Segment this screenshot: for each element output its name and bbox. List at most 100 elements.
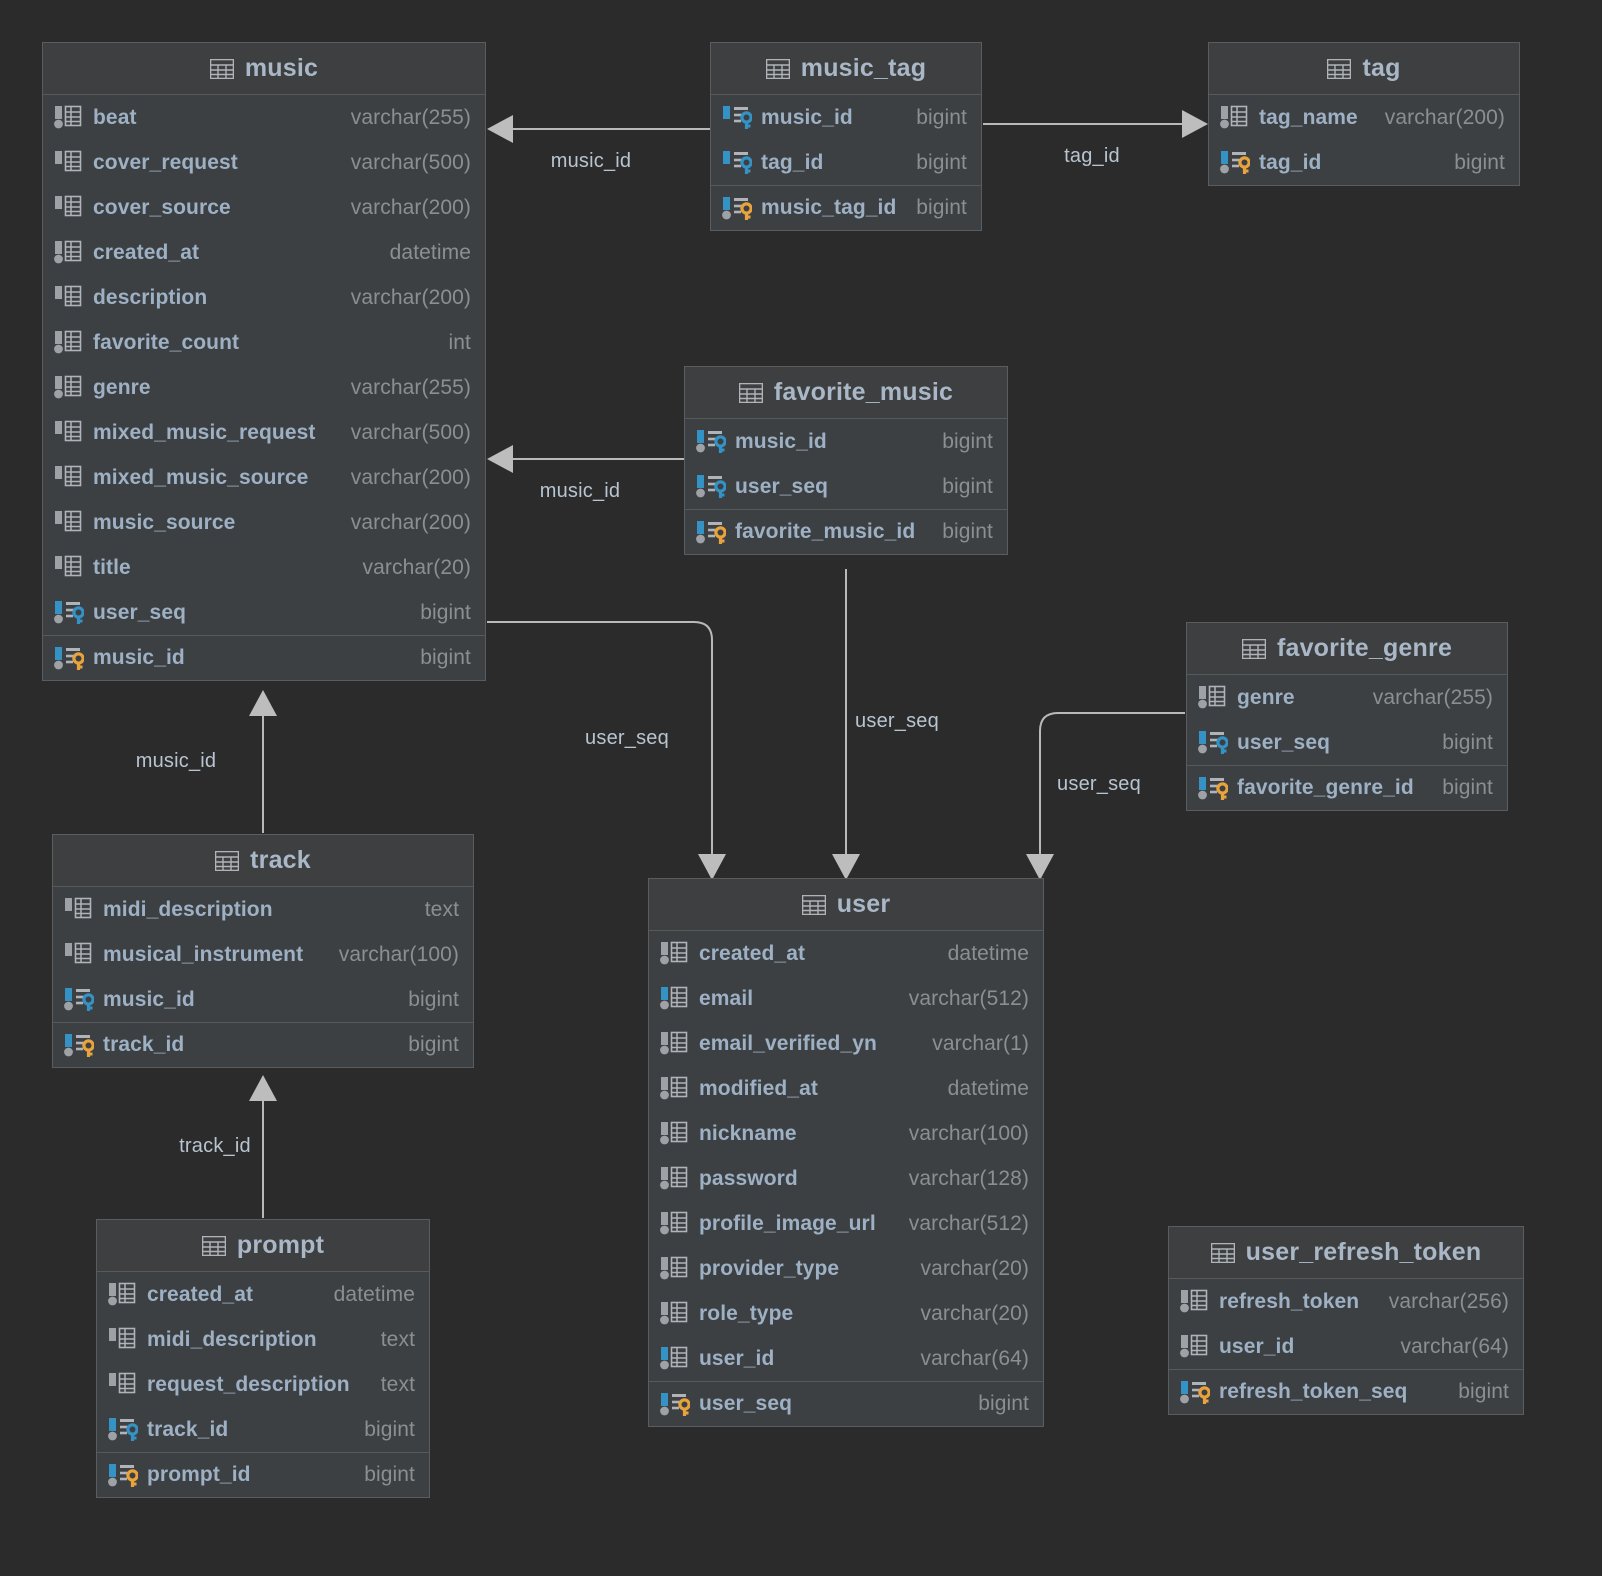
- column-name: created_at: [93, 240, 200, 264]
- column-row[interactable]: music_id bigint: [711, 95, 981, 140]
- table-icon: [738, 382, 763, 403]
- column-row[interactable]: tag_id bigint: [711, 140, 981, 185]
- edge-head-track-music: [249, 690, 277, 716]
- column-row[interactable]: prompt_id bigint: [97, 1452, 429, 1497]
- column-row[interactable]: favorite_genre_id bigint: [1187, 765, 1507, 810]
- column-row[interactable]: track_id bigint: [53, 1022, 473, 1067]
- edge-head-music_tag-music: [487, 115, 513, 143]
- column-row[interactable]: description varchar(200): [43, 275, 485, 320]
- column-icon: [55, 555, 82, 577]
- column-name: favorite_music_id: [735, 520, 916, 543]
- column-name: modified_at: [699, 1076, 818, 1100]
- column-type: varchar(100): [908, 1121, 1029, 1145]
- column-row[interactable]: role_type varchar(20): [649, 1291, 1043, 1336]
- table-header-favorite_genre[interactable]: favorite_genre: [1187, 623, 1507, 675]
- column-row[interactable]: beat varchar(255): [43, 95, 485, 140]
- relationship-label-favorite_genre-user: user_seq: [1057, 773, 1141, 795]
- primary-key-icon: [1198, 776, 1228, 800]
- column-icon: [55, 420, 82, 442]
- column-row[interactable]: midi_description text: [53, 887, 473, 932]
- table-track[interactable]: track midi_description text musical_instr…: [52, 834, 474, 1068]
- column-type: datetime: [947, 941, 1029, 965]
- table-tag[interactable]: tag tag_name varchar(200) tag_id bigint: [1208, 42, 1520, 186]
- column-icon: [55, 195, 82, 217]
- column-row[interactable]: cover_source varchar(200): [43, 185, 485, 230]
- column-row[interactable]: user_seq bigint: [649, 1381, 1043, 1426]
- table-user[interactable]: user created_at datetime email varchar(512…: [648, 878, 1044, 1427]
- column-row[interactable]: user_seq bigint: [1187, 720, 1507, 765]
- column-index-icon: [1220, 105, 1248, 129]
- table-favorite_genre[interactable]: favorite_genre genre varchar(255) user_se…: [1186, 622, 1508, 811]
- column-row[interactable]: modified_at datetime: [649, 1066, 1043, 1111]
- column-index-icon: [660, 1211, 688, 1235]
- column-row[interactable]: user_seq bigint: [685, 464, 1007, 509]
- column-row[interactable]: mixed_music_source varchar(200): [43, 455, 485, 500]
- primary-key-icon: [1220, 151, 1250, 174]
- table-music[interactable]: music beat varchar(255) cover_request varc…: [42, 42, 486, 681]
- column-row[interactable]: request_description text: [97, 1362, 429, 1407]
- column-type: datetime: [389, 240, 471, 264]
- table-header-user_refresh_token[interactable]: user_refresh_token: [1169, 1227, 1523, 1279]
- table-header-user[interactable]: user: [649, 879, 1043, 931]
- column-row[interactable]: created_at datetime: [649, 931, 1043, 976]
- column-row[interactable]: music_id bigint: [685, 419, 1007, 464]
- column-row[interactable]: genre varchar(255): [43, 365, 485, 410]
- column-index-icon: [1180, 1289, 1208, 1313]
- column-icon: [55, 150, 82, 172]
- column-row[interactable]: nickname varchar(100): [649, 1111, 1043, 1156]
- table-header-music[interactable]: music: [43, 43, 485, 95]
- table-header-prompt[interactable]: prompt: [97, 1220, 429, 1272]
- column-row[interactable]: music_tag_id bigint: [711, 185, 981, 230]
- column-row[interactable]: title varchar(20): [43, 545, 485, 590]
- column-row[interactable]: music_id bigint: [43, 635, 485, 680]
- column-row[interactable]: user_seq bigint: [43, 590, 485, 635]
- table-user_refresh_token[interactable]: user_refresh_token refresh_token varchar(…: [1168, 1226, 1524, 1415]
- column-type: varchar(200): [350, 195, 471, 219]
- column-row[interactable]: genre varchar(255): [1187, 675, 1507, 720]
- column-row[interactable]: midi_description text: [97, 1317, 429, 1362]
- column-type: bigint: [364, 1417, 415, 1441]
- table-favorite_music[interactable]: favorite_music music_id bigint user_seq bi…: [684, 366, 1008, 555]
- column-row[interactable]: music_source varchar(200): [43, 500, 485, 545]
- column-name: musical_instrument: [103, 942, 304, 966]
- er-diagram-canvas: music beat varchar(255) cover_request varc…: [0, 0, 1602, 1576]
- column-index-icon: [660, 1076, 688, 1100]
- foreign-key-icon: [696, 475, 726, 498]
- column-row[interactable]: cover_request varchar(500): [43, 140, 485, 185]
- table-header-tag[interactable]: tag: [1209, 43, 1519, 95]
- table-music_tag[interactable]: music_tag music_idbigint tag_idbigint: [710, 42, 982, 231]
- column-row[interactable]: password varchar(128): [649, 1156, 1043, 1201]
- column-row[interactable]: email varchar(512): [649, 976, 1043, 1021]
- column-type: bigint: [420, 600, 471, 624]
- column-row[interactable]: track_id bigint: [97, 1407, 429, 1452]
- column-row[interactable]: user_id varchar(64): [1169, 1324, 1523, 1369]
- column-row[interactable]: created_at datetime: [97, 1272, 429, 1317]
- foreign-key-icon: [108, 1418, 138, 1441]
- column-row[interactable]: music_id bigint: [53, 977, 473, 1022]
- column-row[interactable]: refresh_token_seq bigint: [1169, 1369, 1523, 1414]
- column-row[interactable]: refresh_token varchar(256): [1169, 1279, 1523, 1324]
- column-name: user_id: [1219, 1334, 1295, 1358]
- column-name: user_seq: [1237, 730, 1331, 754]
- column-row[interactable]: profile_image_url varchar(512): [649, 1201, 1043, 1246]
- column-row[interactable]: provider_type varchar(20): [649, 1246, 1043, 1291]
- column-row[interactable]: email_verified_yn varchar(1): [649, 1021, 1043, 1066]
- column-type: text: [424, 897, 459, 921]
- relationship-label-track-music: music_id: [135, 750, 217, 772]
- column-name: mixed_music_request: [93, 420, 316, 444]
- table-header-track[interactable]: track: [53, 835, 473, 887]
- column-type: bigint: [408, 987, 459, 1011]
- column-icon: [55, 465, 82, 487]
- primary-key-icon: [660, 1392, 690, 1416]
- table-header-favorite_music[interactable]: favorite_music: [685, 367, 1007, 419]
- table-header-music_tag[interactable]: music_tag: [711, 43, 981, 95]
- column-row[interactable]: favorite_music_id bigint: [685, 509, 1007, 554]
- column-row[interactable]: created_at datetime: [43, 230, 485, 275]
- column-row[interactable]: musical_instrument varchar(100): [53, 932, 473, 977]
- column-row[interactable]: favorite_count int: [43, 320, 485, 365]
- column-row[interactable]: user_id varchar(64): [649, 1336, 1043, 1381]
- column-row[interactable]: tag_id bigint: [1209, 140, 1519, 185]
- column-row[interactable]: tag_name varchar(200): [1209, 95, 1519, 140]
- table-prompt[interactable]: prompt created_at datetime midi_descripti…: [96, 1219, 430, 1498]
- column-row[interactable]: mixed_music_request varchar(500): [43, 410, 485, 455]
